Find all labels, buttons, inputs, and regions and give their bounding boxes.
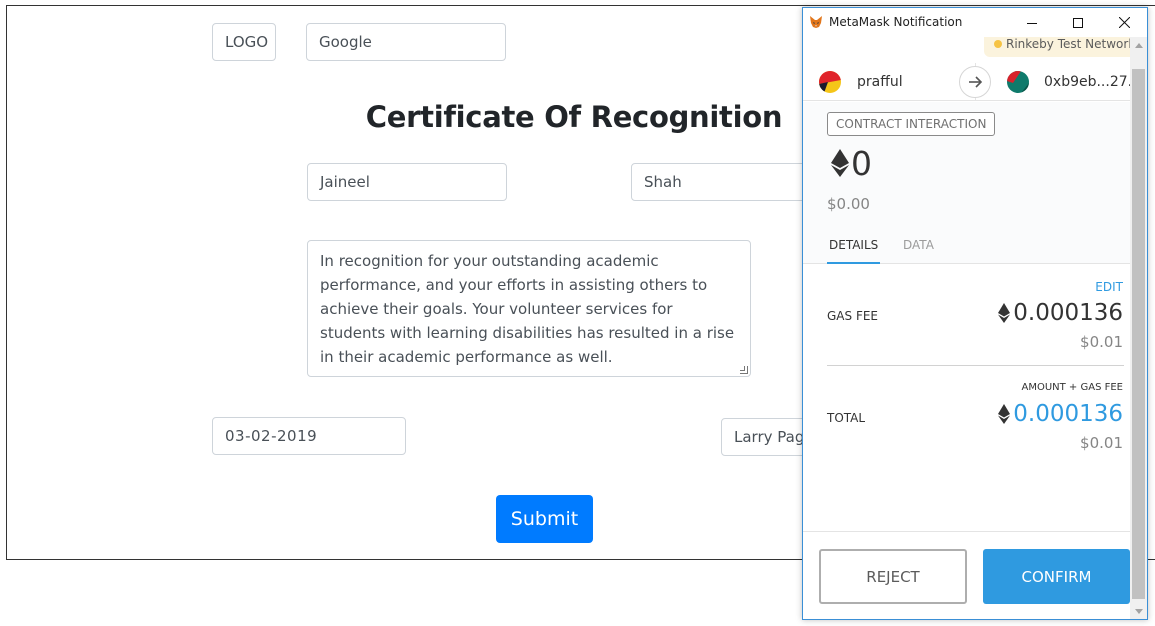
first-name-input[interactable]: Jaineel xyxy=(307,163,507,201)
scroll-thumb[interactable] xyxy=(1132,69,1145,599)
arrow-right-icon xyxy=(969,76,983,88)
minimize-icon xyxy=(1027,22,1037,24)
minimize-button[interactable] xyxy=(1009,8,1055,37)
gas-fee-label: GAS FEE xyxy=(827,309,879,323)
account-row: prafful 0xb9eb...27... xyxy=(803,63,1130,101)
window-titlebar[interactable]: MetaMask Notification xyxy=(803,8,1147,37)
scroll-down-button[interactable] xyxy=(1130,603,1147,619)
scroll-down-icon xyxy=(1134,609,1143,614)
date-input[interactable]: 03-02-2019 xyxy=(212,417,406,455)
action-footer: REJECT CONFIRM xyxy=(803,531,1130,619)
gas-fee-eth-value: 0.000136 xyxy=(1013,300,1123,326)
transfer-arrow xyxy=(959,66,991,98)
resize-grip-icon[interactable] xyxy=(740,366,748,374)
scrollbar[interactable] xyxy=(1130,37,1147,619)
gas-fee-eth: 0.000136 xyxy=(998,300,1123,326)
logo-input[interactable]: LOGO xyxy=(212,23,276,61)
certificate-title: Certificate Of Recognition xyxy=(365,100,783,134)
total-eth: 0.000136 xyxy=(998,401,1123,427)
close-button[interactable] xyxy=(1101,8,1147,37)
gas-fee-fiat: $0.01 xyxy=(1080,333,1123,351)
scroll-up-icon xyxy=(1134,43,1143,48)
metamask-window: MetaMask Notification Rinkeby Test Netwo… xyxy=(802,7,1148,620)
total-fiat: $0.01 xyxy=(1080,434,1123,452)
transaction-value-eth: 0 xyxy=(851,144,872,183)
network-status-dot-icon xyxy=(994,40,1002,48)
maximize-button[interactable] xyxy=(1055,8,1101,37)
edit-gas-link[interactable]: EDIT xyxy=(1095,280,1123,294)
network-indicator[interactable]: Rinkeby Test Network xyxy=(984,37,1130,57)
confirm-button[interactable]: CONFIRM xyxy=(983,549,1130,604)
transaction-value-fiat: $0.00 xyxy=(827,195,870,213)
close-icon xyxy=(1118,17,1130,28)
ethereum-icon xyxy=(998,404,1011,424)
details-divider xyxy=(827,365,1124,366)
submit-button[interactable]: Submit xyxy=(496,495,593,543)
tab-data[interactable]: DATA xyxy=(903,238,934,264)
message-text: In recognition for your outstanding acad… xyxy=(320,252,735,366)
to-address: 0xb9eb...27... xyxy=(1044,74,1130,90)
total-eth-value: 0.000136 xyxy=(1013,401,1123,427)
last-name-input[interactable]: Shah xyxy=(631,163,831,201)
metamask-content: Rinkeby Test Network prafful 0xb9eb...27… xyxy=(803,37,1130,619)
scroll-up-button[interactable] xyxy=(1130,37,1147,54)
company-input[interactable]: Google xyxy=(306,23,506,61)
message-textarea[interactable]: In recognition for your outstanding acad… xyxy=(307,240,751,377)
action-badge: CONTRACT INTERACTION xyxy=(827,112,996,136)
network-label: Rinkeby Test Network xyxy=(1006,37,1130,51)
to-account-avatar xyxy=(1007,71,1029,93)
fox-icon xyxy=(810,16,822,28)
details-panel: EDIT GAS FEE 0.000136 $0.01 AMOUNT + GAS… xyxy=(803,265,1130,535)
amount-gas-heading: AMOUNT + GAS FEE xyxy=(1021,382,1124,393)
from-account-name: prafful xyxy=(857,74,903,90)
window-title: MetaMask Notification xyxy=(829,15,963,29)
reject-button[interactable]: REJECT xyxy=(819,549,967,604)
transaction-summary: CONTRACT INTERACTION 0 $0.00 DETAILS DAT… xyxy=(803,102,1130,264)
tab-details[interactable]: DETAILS xyxy=(827,238,881,264)
total-label: TOTAL xyxy=(827,411,866,425)
ethereum-icon xyxy=(831,149,849,177)
ethereum-icon xyxy=(998,303,1011,323)
maximize-icon xyxy=(1073,17,1083,28)
from-account-avatar xyxy=(819,71,841,93)
